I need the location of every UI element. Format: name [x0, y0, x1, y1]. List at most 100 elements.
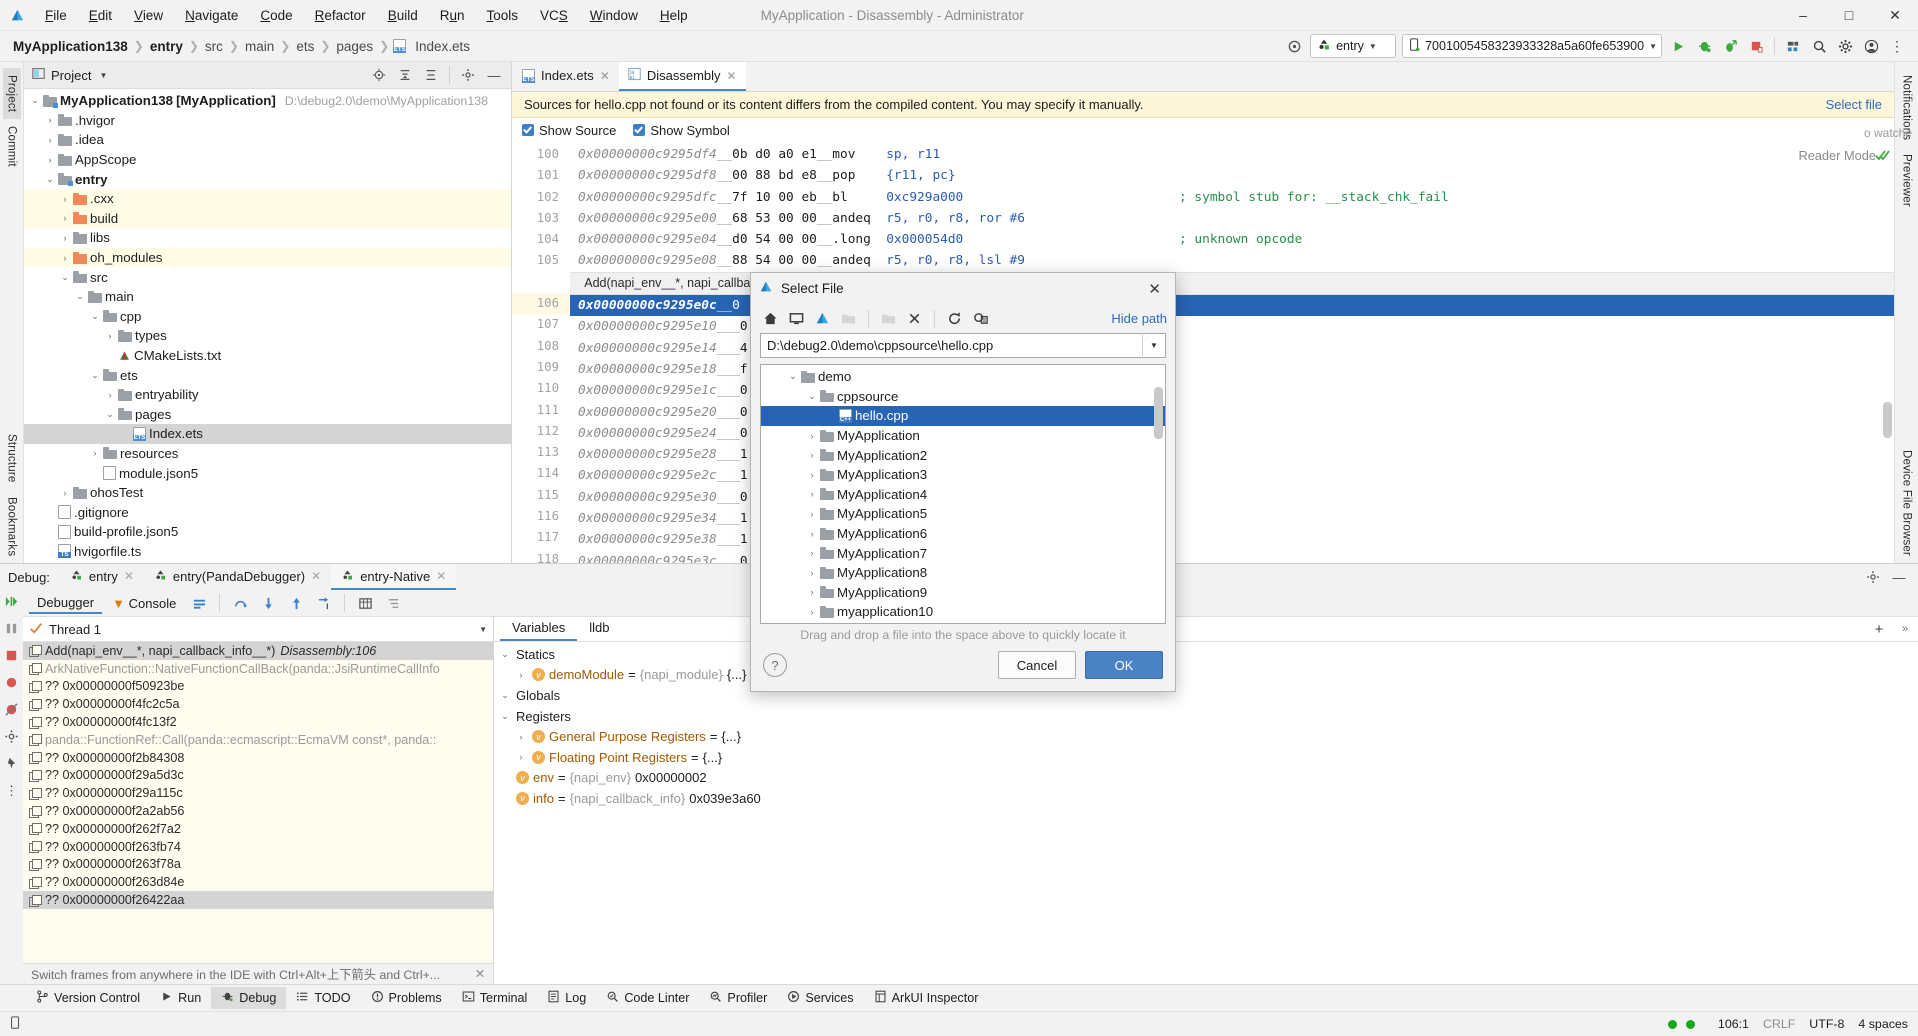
dialog-file-tree-wrapper[interactable]: ⌄demo⌄cppsourceC++hello.cpp›MyApplicatio… — [760, 364, 1166, 624]
path-input[interactable] — [761, 338, 1142, 353]
stack-frame-row[interactable]: ?? 0x00000000f50923be — [23, 678, 493, 696]
project-tree-row[interactable]: ⌄cpp — [24, 307, 511, 327]
dialog-file-tree[interactable]: ⌄demo⌄cppsourceC++hello.cpp›MyApplicatio… — [761, 365, 1165, 624]
dialog-tree-row[interactable]: ›myapplication10 — [761, 602, 1165, 622]
project-tree-row[interactable]: ⌄MyApplication138 [MyApplication]D:\debu… — [24, 91, 511, 111]
disassembly-line[interactable]: 0x00000000c9295e00__68 53 00 00__andeq r… — [570, 208, 1894, 229]
menu-build[interactable]: Build — [377, 5, 429, 26]
project-tree-row[interactable]: ›AppScope — [24, 150, 511, 170]
close-button[interactable]: ✕ — [1872, 0, 1918, 30]
chevron-right-icon[interactable]: › — [88, 448, 102, 458]
hide-panel-icon[interactable]: — — [1886, 565, 1912, 589]
project-tree-row[interactable]: CMakeLists.txt — [24, 346, 511, 366]
stack-frame-row[interactable]: ?? 0x00000000f4fc13f2 — [23, 713, 493, 731]
breadcrumb-5[interactable]: pages — [331, 39, 378, 54]
disassembly-line[interactable]: 0x00000000c9295df8__00 88 bd e8__pop {r1… — [570, 165, 1894, 186]
hide-panel-icon[interactable]: — — [481, 63, 507, 87]
chevron-right-icon[interactable]: › — [58, 194, 72, 204]
account-icon[interactable] — [1858, 34, 1884, 58]
mute-breakpoints-icon[interactable] — [4, 702, 19, 720]
disassembly-line[interactable]: 0x00000000c9295e08__88 54 00 00__andeq r… — [570, 250, 1894, 271]
menu-tools[interactable]: Tools — [476, 5, 530, 26]
chevron-down-icon[interactable]: ⌄ — [88, 370, 102, 381]
chevron-down-icon[interactable]: ⌄ — [498, 690, 512, 701]
debug-tab-entry[interactable]: entry ✕ — [60, 564, 144, 590]
menu-file[interactable]: File — [34, 5, 78, 26]
close-icon[interactable]: ✕ — [475, 967, 485, 981]
dialog-tree-row[interactable]: ›MyApplication11 — [761, 622, 1165, 624]
project-tree-row[interactable]: ›resources — [24, 444, 511, 464]
show-frames-icon[interactable] — [186, 591, 212, 615]
close-icon[interactable]: ✕ — [1142, 278, 1167, 300]
toolwindow-button-debug[interactable]: Debug — [211, 987, 286, 1009]
stack-frame-row[interactable]: ArkNativeFunction::NativeFunctionCallBac… — [23, 660, 493, 678]
chevron-right-icon[interactable]: › — [103, 390, 117, 400]
show-hidden-icon[interactable] — [969, 308, 992, 330]
hide-path-link[interactable]: Hide path — [1111, 311, 1167, 326]
menu-help[interactable]: Help — [649, 5, 699, 26]
pause-program-icon[interactable] — [4, 621, 19, 639]
expand-watches-icon[interactable]: » — [1892, 617, 1918, 641]
chevron-down-icon[interactable]: ▼ — [1142, 335, 1165, 356]
attach-debugger-icon[interactable] — [1717, 34, 1743, 58]
close-icon[interactable]: ✕ — [600, 69, 610, 83]
chevron-down-icon[interactable]: ⌄ — [73, 291, 87, 302]
chevron-down-icon[interactable]: ⌄ — [88, 311, 102, 322]
desktop-icon[interactable] — [785, 308, 808, 330]
chevron-right-icon[interactable]: › — [805, 431, 819, 441]
chevron-right-icon[interactable]: › — [805, 489, 819, 499]
chevron-right-icon[interactable]: › — [805, 607, 819, 617]
settings-icon[interactable] — [1860, 565, 1886, 589]
threads-view-icon[interactable] — [380, 591, 406, 615]
editor-scrollbar[interactable] — [1883, 402, 1892, 438]
device-icon[interactable] — [10, 1016, 21, 1033]
toolwindow-button-log[interactable]: Log — [537, 987, 596, 1009]
menu-edit[interactable]: Edit — [78, 5, 123, 26]
stack-frame-row[interactable]: ?? 0x00000000f4fc2c5a — [23, 695, 493, 713]
chevron-right-icon[interactable]: › — [43, 155, 57, 165]
toolwindow-button-services[interactable]: Services — [777, 987, 863, 1009]
project-tree-row[interactable]: ›.idea — [24, 130, 511, 150]
close-icon[interactable]: ✕ — [727, 69, 737, 83]
project-tree-row[interactable]: ›build — [24, 209, 511, 229]
debug-tab-entry-panda[interactable]: entry(PandaDebugger) ✕ — [144, 564, 331, 590]
disassembly-code-view[interactable]: 1001011021031041051061071081091101111121… — [512, 142, 1894, 563]
indent-setting[interactable]: 4 spaces — [1858, 1017, 1908, 1031]
sidebar-item-previewer[interactable]: Previewer — [1898, 147, 1916, 214]
chevron-right-icon[interactable]: › — [805, 568, 819, 578]
cancel-button[interactable]: Cancel — [998, 651, 1076, 679]
chevron-right-icon[interactable]: › — [805, 548, 819, 558]
project-tree-row[interactable]: ›entryability — [24, 385, 511, 405]
collapse-all-icon[interactable] — [418, 63, 444, 87]
locate-icon[interactable] — [366, 63, 392, 87]
project-tree-row[interactable]: ›oh_modules — [24, 248, 511, 268]
add-watch-icon[interactable]: + — [1866, 617, 1892, 641]
pin-tab-icon[interactable] — [4, 756, 19, 774]
menu-navigate[interactable]: Navigate — [174, 5, 249, 26]
project-tree-row[interactable]: module.json5 — [24, 463, 511, 483]
tab-disassembly[interactable]: 1001 Disassembly ✕ — [619, 62, 746, 91]
line-separator[interactable]: CRLF — [1763, 1017, 1795, 1031]
toolwindow-button-todo[interactable]: TODO — [286, 987, 360, 1009]
path-input-wrapper[interactable]: ▼ — [760, 333, 1166, 358]
stack-frame-row[interactable]: panda::FunctionRef::Call(panda::ecmascri… — [23, 731, 493, 749]
variable-row[interactable]: venv={napi_env}0x00000002 — [494, 768, 1918, 789]
reader-mode-label[interactable]: Reader Mode — [1798, 148, 1876, 163]
stack-frame-row[interactable]: ?? 0x00000000f26422aa — [23, 891, 493, 909]
variable-row[interactable]: ›vFloating Point Registers={...} — [494, 747, 1918, 768]
tab-lldb[interactable]: lldb — [577, 617, 621, 641]
project-tree-row[interactable]: .gitignore — [24, 502, 511, 522]
project-file-tree[interactable]: ⌄MyApplication138 [MyApplication]D:\debu… — [24, 89, 511, 563]
project-tree-row[interactable]: ⌄src — [24, 267, 511, 287]
chevron-down-icon[interactable]: ▼ — [99, 71, 107, 80]
chevron-right-icon[interactable]: › — [805, 470, 819, 480]
disassembly-line[interactable]: 0x00000000c9295dfc__7f 10 00 eb__bl 0xc9… — [570, 187, 1894, 208]
dialog-tree-row[interactable]: ›MyApplication9 — [761, 583, 1165, 603]
device-selector[interactable]: 7001005458323933328a5a60fe653900 ▼ — [1402, 34, 1662, 58]
chevron-down-icon[interactable]: ⌄ — [28, 95, 42, 106]
stack-frame-row[interactable]: ?? 0x00000000f262f7a2 — [23, 820, 493, 838]
dialog-tree-row[interactable]: ›MyApplication — [761, 426, 1165, 446]
project-tree-row[interactable]: ⌄pages — [24, 405, 511, 425]
close-icon[interactable]: ✕ — [124, 569, 134, 583]
variable-row[interactable]: ›vGeneral Purpose Registers={...} — [494, 726, 1918, 747]
